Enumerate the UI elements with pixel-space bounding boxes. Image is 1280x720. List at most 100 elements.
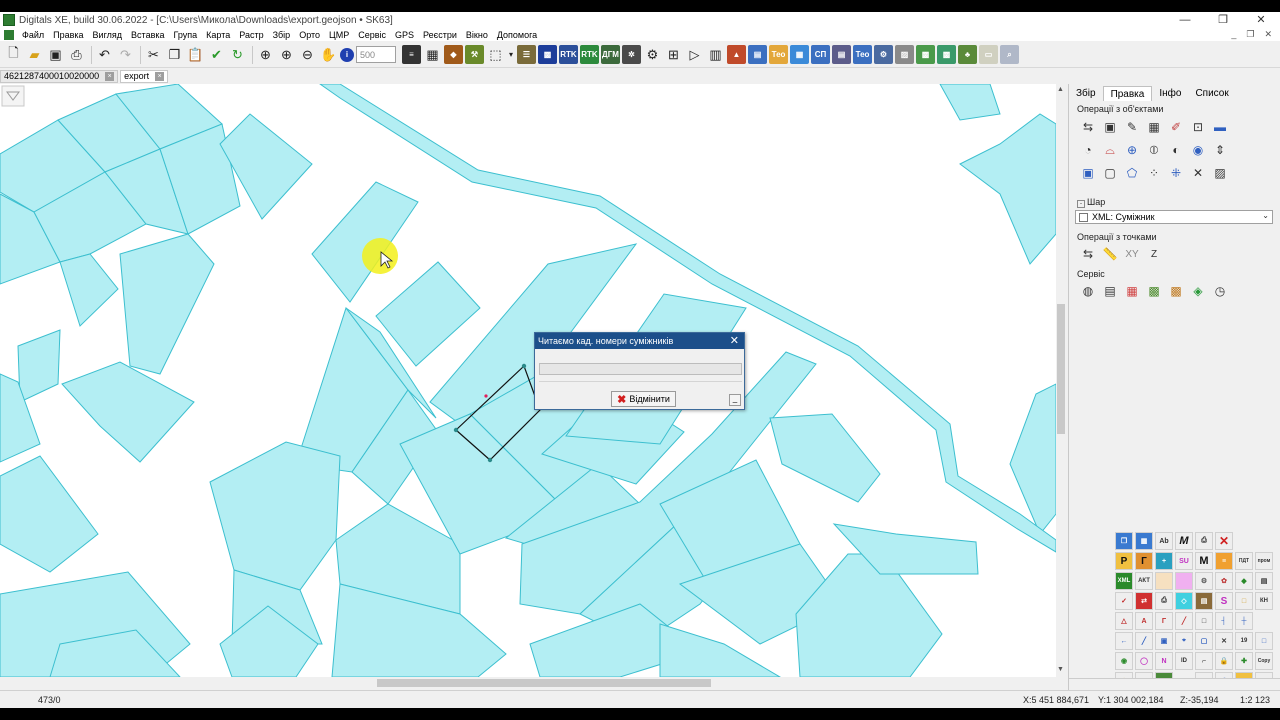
- palette-icon[interactable]: ▦: [1123, 282, 1141, 300]
- copy-icon[interactable]: ❐: [165, 45, 184, 64]
- cube-icon[interactable]: ▤: [1101, 282, 1119, 300]
- menu-dem[interactable]: ЦМР: [325, 30, 354, 40]
- xml-tool-icon[interactable]: XML: [1115, 572, 1133, 590]
- close-icon[interactable]: ×: [105, 71, 115, 81]
- layer-checkbox[interactable]: [1079, 213, 1088, 222]
- menu-registries[interactable]: Реєстри: [419, 30, 462, 40]
- chevron-down-icon[interactable]: ⌄: [1262, 211, 1269, 220]
- sp-icon[interactable]: СП: [811, 45, 830, 64]
- dots-icon[interactable]: ⁘: [1145, 164, 1163, 182]
- table-icon[interactable]: ▦: [423, 45, 442, 64]
- act-tool-icon[interactable]: АКТ: [1135, 572, 1153, 590]
- menu-ortho[interactable]: Орто: [295, 30, 325, 40]
- menu-group[interactable]: Група: [170, 30, 203, 40]
- doc-blue-icon[interactable]: ▤: [748, 45, 767, 64]
- zoom-window-icon[interactable]: ⊕: [256, 45, 275, 64]
- m-tool-icon[interactable]: M: [1175, 532, 1193, 550]
- m2-tool-icon[interactable]: M: [1195, 552, 1213, 570]
- tab-info[interactable]: Інфо: [1152, 86, 1188, 101]
- prom-tool-icon[interactable]: пром: [1255, 552, 1273, 570]
- dash-tool-icon[interactable]: ⌐: [1195, 652, 1213, 670]
- rtk-icon[interactable]: RTK: [559, 45, 578, 64]
- slash-tool-icon[interactable]: ╱: [1175, 612, 1193, 630]
- collapse-icon[interactable]: -: [1077, 200, 1085, 208]
- square-tool-icon[interactable]: □: [1235, 592, 1253, 610]
- diagonal-tool-icon[interactable]: ╱: [1135, 632, 1153, 650]
- minimize-dialog-button[interactable]: _: [729, 394, 741, 406]
- ruler-icon[interactable]: 📏: [1101, 245, 1119, 263]
- menu-collect[interactable]: Збір: [269, 30, 296, 40]
- arc-icon[interactable]: ⌓: [1101, 141, 1119, 159]
- id-tool-icon[interactable]: ID: [1175, 652, 1193, 670]
- left-arrow-tool-icon[interactable]: ←: [1115, 632, 1133, 650]
- dgm-icon[interactable]: ДГМ: [601, 45, 620, 64]
- target-tool-icon[interactable]: ⌖: [1175, 632, 1193, 650]
- number-tool-icon[interactable]: 19: [1235, 632, 1253, 650]
- text-tool-icon[interactable]: Ab: [1155, 532, 1173, 550]
- close-icon[interactable]: ✕: [730, 333, 739, 349]
- shape-icon[interactable]: ⬠: [1123, 164, 1141, 182]
- g-tool-icon[interactable]: Г: [1135, 552, 1153, 570]
- frame-tool-icon[interactable]: ▣: [1155, 632, 1173, 650]
- grid-icon[interactable]: ⊞: [664, 45, 683, 64]
- flower-tool-icon[interactable]: ✿: [1215, 572, 1233, 590]
- gear-tool-icon[interactable]: ⚙: [1195, 572, 1213, 590]
- select-box-icon[interactable]: ⊡: [1189, 118, 1207, 136]
- scroll-down-icon[interactable]: ▼: [1057, 666, 1064, 673]
- globe-tool-icon[interactable]: ◉: [1115, 652, 1133, 670]
- map-grid-icon[interactable]: ▩: [1145, 282, 1163, 300]
- map-light-icon[interactable]: ▭: [979, 45, 998, 64]
- arrows-tool-icon[interactable]: ⇄: [1135, 592, 1153, 610]
- open-folder-icon[interactable]: ▰: [25, 45, 44, 64]
- select-layer-icon[interactable]: ▣: [1079, 164, 1097, 182]
- chart-icon[interactable]: ▦: [790, 45, 809, 64]
- mdi-close-button[interactable]: ✕: [1264, 28, 1272, 41]
- layers-stack-icon[interactable]: ☰: [517, 45, 536, 64]
- stack-tool-icon[interactable]: ≡: [1215, 552, 1233, 570]
- check-icon[interactable]: ✔: [207, 45, 226, 64]
- rtk-green-icon[interactable]: RTK: [580, 45, 599, 64]
- horizontal-scrollbar[interactable]: [0, 677, 1066, 689]
- z-button[interactable]: Z: [1145, 245, 1163, 263]
- scale-input[interactable]: [356, 46, 396, 63]
- maximize-button[interactable]: ❐: [1204, 12, 1242, 28]
- pink-tool-icon[interactable]: [1175, 572, 1193, 590]
- n-tool-icon[interactable]: N: [1155, 652, 1173, 670]
- p-tool-icon[interactable]: P: [1115, 552, 1133, 570]
- kn-tool-icon[interactable]: КН: [1255, 592, 1273, 610]
- tab-collect[interactable]: Збір: [1069, 86, 1103, 101]
- pdt-tool-icon[interactable]: ПДТ: [1235, 552, 1253, 570]
- union-icon[interactable]: ⊕: [1123, 141, 1141, 159]
- note-tool-icon[interactable]: ▤: [1255, 572, 1273, 590]
- pencil-icon[interactable]: ✎: [1123, 118, 1141, 136]
- gear-icon[interactable]: ⚙: [643, 45, 662, 64]
- undo-icon[interactable]: ↶: [95, 45, 114, 64]
- leaf-tool-icon[interactable]: ◆: [1235, 572, 1253, 590]
- brush-icon[interactable]: ✐: [1167, 118, 1185, 136]
- scroll-up-icon[interactable]: ▲: [1057, 86, 1064, 93]
- cut-icon[interactable]: ✂: [144, 45, 163, 64]
- cross-icon[interactable]: ✕: [1189, 164, 1207, 182]
- map-canvas[interactable]: [0, 84, 1056, 677]
- s-tool-icon[interactable]: S: [1215, 592, 1233, 610]
- plus2-tool-icon[interactable]: ✚: [1235, 652, 1253, 670]
- move-point-icon[interactable]: ⇆: [1079, 245, 1097, 263]
- move-icon[interactable]: ⇆: [1079, 118, 1097, 136]
- vertical-scrollbar[interactable]: ▲ ▼: [1056, 84, 1066, 677]
- menu-file[interactable]: Файл: [18, 30, 49, 40]
- timer-icon[interactable]: ◷: [1211, 282, 1229, 300]
- printer2-tool-icon[interactable]: ⎙: [1155, 592, 1173, 610]
- box2-tool-icon[interactable]: □: [1255, 632, 1273, 650]
- search-map-icon[interactable]: ⌕: [1000, 45, 1019, 64]
- paste-icon[interactable]: 📋: [186, 45, 205, 64]
- zoom-in-icon[interactable]: ⊕: [277, 45, 296, 64]
- bucket-icon[interactable]: ◆: [444, 45, 463, 64]
- menu-raster[interactable]: Растр: [235, 30, 268, 40]
- paint-icon[interactable]: ◈: [1189, 282, 1207, 300]
- line-icon[interactable]: ▬: [1211, 118, 1229, 136]
- tab-list[interactable]: Список: [1188, 86, 1235, 101]
- settings-gear-icon[interactable]: ⚙: [874, 45, 893, 64]
- terrain-icon[interactable]: ▲: [727, 45, 746, 64]
- mdi-minimize-button[interactable]: _: [1231, 28, 1236, 41]
- close-button[interactable]: ✕: [1242, 12, 1280, 28]
